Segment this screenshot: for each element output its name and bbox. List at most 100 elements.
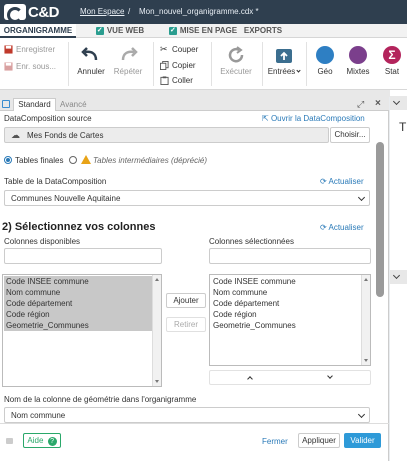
move-down-icon[interactable] xyxy=(327,373,333,379)
undo-button[interactable]: Annuler xyxy=(74,46,108,76)
geo-button[interactable]: Géo xyxy=(310,46,340,76)
selected-search-input[interactable] xyxy=(209,248,371,264)
validate-button[interactable]: Valider xyxy=(344,433,381,448)
step-title: 2) Sélectionnez vos colonnes xyxy=(2,221,156,233)
source-label: DataComposition source xyxy=(4,114,92,123)
list-item[interactable]: Code région xyxy=(211,309,257,320)
right-pane-header xyxy=(390,96,407,110)
available-search-input[interactable] xyxy=(4,248,162,264)
refresh-columns-link[interactable]: ⟳ Actualiser xyxy=(320,223,364,232)
selected-columns-list[interactable]: Code INSEE commune Nom commune Code dépa… xyxy=(209,274,371,366)
table-label: Table de la DataComposition xyxy=(4,177,107,186)
mixed-button[interactable]: Mixtes xyxy=(341,46,375,76)
execute-label: Exécuter xyxy=(220,67,252,76)
copy-label: Copier xyxy=(172,61,196,70)
scroll-down-icon[interactable] xyxy=(155,380,159,383)
list-item[interactable]: Code INSEE commune xyxy=(211,276,296,287)
table-select[interactable]: Communes Nouvelle Aquitaine xyxy=(4,190,370,206)
chevron-down-icon xyxy=(296,68,301,73)
chevron-down-icon xyxy=(357,410,366,419)
chevron-down-icon xyxy=(357,193,366,202)
tab-label: VUE WEB xyxy=(106,26,145,35)
save-as-button[interactable]: Enr. sous... xyxy=(4,62,56,71)
tab-vue-web[interactable]: ✓ VUE WEB xyxy=(76,24,164,38)
geometry-column-select[interactable]: Nom commune xyxy=(4,407,370,423)
list-item[interactable]: Geometrie_Communes xyxy=(4,320,152,331)
panel-settings-icon[interactable] xyxy=(2,100,10,108)
scroll-down-icon[interactable] xyxy=(364,359,368,362)
geometry-column-label: Nom de la colonne de géométrie dans l'or… xyxy=(4,395,197,404)
remove-button[interactable]: Retirer xyxy=(166,317,206,332)
paste-icon xyxy=(160,76,169,85)
ribbon-toolbar: Enregistrer Enr. sous... Annuler Répéter… xyxy=(0,38,407,90)
scroll-up-icon[interactable] xyxy=(155,278,159,281)
main-tabs: ORGANIGRAMME ✓ VUE WEB ✓ MISE EN PAGE EXPO… xyxy=(0,24,407,38)
list-item[interactable]: Nom commune xyxy=(211,287,267,298)
breadcrumb-home[interactable]: Mon Espace xyxy=(80,7,124,16)
app-window: C&D Mon Espace / Mon_nouvel_organigramme… xyxy=(0,0,407,461)
scroll-up-icon[interactable] xyxy=(364,278,368,281)
source-field[interactable]: ☁ Mes Fonds de Cartes xyxy=(4,127,329,143)
list-item[interactable]: Nom commune xyxy=(4,287,152,298)
ribbon-divider xyxy=(153,42,154,86)
chevron-down-icon[interactable] xyxy=(392,97,401,106)
list-scrollbar[interactable] xyxy=(152,275,161,386)
panel-header: Standard Avancé ⤢ × xyxy=(0,97,389,111)
stat-label: Stat xyxy=(384,67,400,76)
choose-label: Choisir... xyxy=(334,130,366,139)
stat-button[interactable]: Σ Stat xyxy=(378,46,406,76)
paste-button[interactable]: Coller xyxy=(160,76,193,85)
tab-label: ORGANIGRAMME xyxy=(3,26,73,35)
tab-advanced[interactable]: Avancé xyxy=(60,99,87,110)
refresh-label: Actualiser xyxy=(328,223,364,232)
cloud-icon: ☁ xyxy=(11,129,20,140)
expand-icon[interactable]: ⤢ xyxy=(357,99,364,110)
list-item[interactable]: Code département xyxy=(4,298,152,309)
available-columns-list[interactable]: Code INSEE commune Nom commune Code dépa… xyxy=(2,274,162,387)
apply-button[interactable]: Appliquer xyxy=(298,433,340,448)
tab-advanced-label: Avancé xyxy=(60,100,87,109)
refresh-table-link[interactable]: ⟳ Actualiser xyxy=(320,177,364,186)
copy-button[interactable]: Copier xyxy=(160,61,196,70)
choose-button[interactable]: Choisir... xyxy=(330,127,370,143)
list-item[interactable]: Code INSEE commune xyxy=(4,276,152,287)
tab-standard[interactable]: Standard xyxy=(13,98,56,111)
inputs-label: Entrées xyxy=(267,67,296,76)
radio-final-tables[interactable] xyxy=(4,156,12,164)
execute-button[interactable]: Exécuter xyxy=(216,46,256,76)
geo-label: Géo xyxy=(317,67,333,76)
validate-label: Valider xyxy=(350,436,375,445)
tab-mise-en-page[interactable]: ✓ MISE EN PAGE xyxy=(164,24,242,38)
app-logo[interactable]: C&D xyxy=(4,3,60,23)
list-item[interactable]: Geometrie_Communes xyxy=(211,320,296,331)
cut-button[interactable]: ✂ Couper xyxy=(160,45,198,55)
list-scrollbar[interactable] xyxy=(361,275,370,365)
redo-icon xyxy=(121,47,138,61)
tab-exports[interactable]: EXPORTS xyxy=(242,24,284,38)
datacomposition-panel: Standard Avancé ⤢ × DataComposition sour… xyxy=(0,97,389,461)
tab-standard-label: Standard xyxy=(18,100,51,109)
help-button[interactable]: Aide ? xyxy=(23,433,61,448)
redo-button[interactable]: Répéter xyxy=(110,46,146,76)
refresh-label: Actualiser xyxy=(328,177,364,186)
save-as-icon xyxy=(4,62,13,71)
move-up-icon[interactable] xyxy=(247,376,253,382)
help-label: Aide xyxy=(27,436,44,445)
add-button[interactable]: Ajouter xyxy=(166,293,206,308)
sigma-icon: Σ xyxy=(383,46,401,64)
open-datacomposition-link[interactable]: ⇱ Ouvrir la DataComposition xyxy=(262,114,365,123)
radio-intermediate-tables[interactable] xyxy=(69,156,77,164)
chevron-down-icon[interactable] xyxy=(392,271,401,280)
list-item[interactable]: Code région xyxy=(4,309,152,320)
top-bar: C&D Mon Espace / Mon_nouvel_organigramme… xyxy=(0,0,407,24)
remove-label: Retirer xyxy=(173,320,198,329)
save-button[interactable]: Enregistrer xyxy=(4,45,55,54)
close-icon[interactable]: × xyxy=(375,98,381,109)
redo-label: Répéter xyxy=(113,67,143,76)
reorder-bar xyxy=(209,370,371,385)
inputs-button[interactable]: Entrées xyxy=(266,46,302,76)
close-link[interactable]: Fermer xyxy=(262,437,288,446)
tab-organigramme[interactable]: ORGANIGRAMME xyxy=(0,24,76,38)
list-item[interactable]: Code département xyxy=(211,298,279,309)
panel-scrollbar[interactable] xyxy=(376,142,384,297)
